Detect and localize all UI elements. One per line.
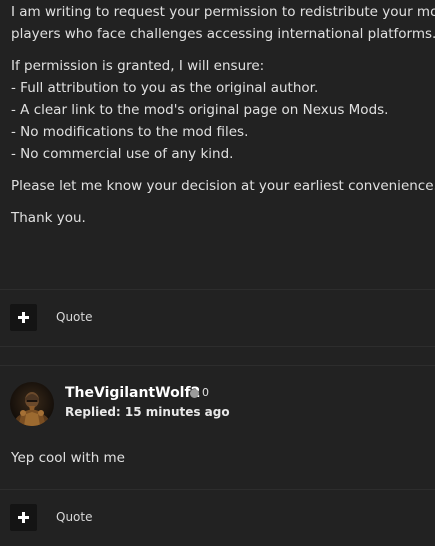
plus-icon	[18, 512, 29, 523]
body-line: If permission is granted, I will ensure:	[11, 58, 265, 74]
reply-timestamp: Replied: 15 minutes ago	[65, 405, 230, 419]
body-line: I am writing to request your permission …	[11, 4, 435, 20]
add-reaction-button[interactable]	[10, 304, 37, 331]
add-reaction-button[interactable]	[10, 504, 37, 531]
quote-button[interactable]: Quote	[56, 309, 92, 325]
author-username[interactable]: TheVigilantWolf2	[65, 383, 200, 403]
avatar[interactable]	[10, 382, 54, 426]
plus-icon	[18, 312, 29, 323]
body-line: players who face challenges accessing in…	[11, 26, 435, 42]
reply-post: TheVigilantWolf2 0 Replied: 15 minutes a…	[0, 365, 435, 536]
body-line: - No modifications to the mod files.	[11, 124, 249, 140]
body-line: - Full attribution to you as the origina…	[11, 80, 319, 96]
comment-body: I am writing to request your permission …	[11, 1, 435, 229]
body-line: - No commercial use of any kind.	[11, 146, 234, 162]
quote-button[interactable]: Quote	[56, 509, 92, 525]
post-actions: Quote	[0, 289, 435, 346]
comment-post: I am writing to request your permission …	[0, 0, 435, 347]
reply-body: Yep cool with me	[11, 450, 125, 466]
body-line: - A clear link to the mod's original pag…	[11, 102, 389, 118]
body-line: Please let me know your decision at your…	[11, 178, 435, 194]
knight-avatar-icon	[10, 382, 54, 426]
online-status-icon	[190, 389, 199, 398]
body-line: Thank you.	[11, 210, 86, 226]
reputation-count: 0	[202, 386, 209, 399]
post-actions: Quote	[0, 489, 435, 546]
